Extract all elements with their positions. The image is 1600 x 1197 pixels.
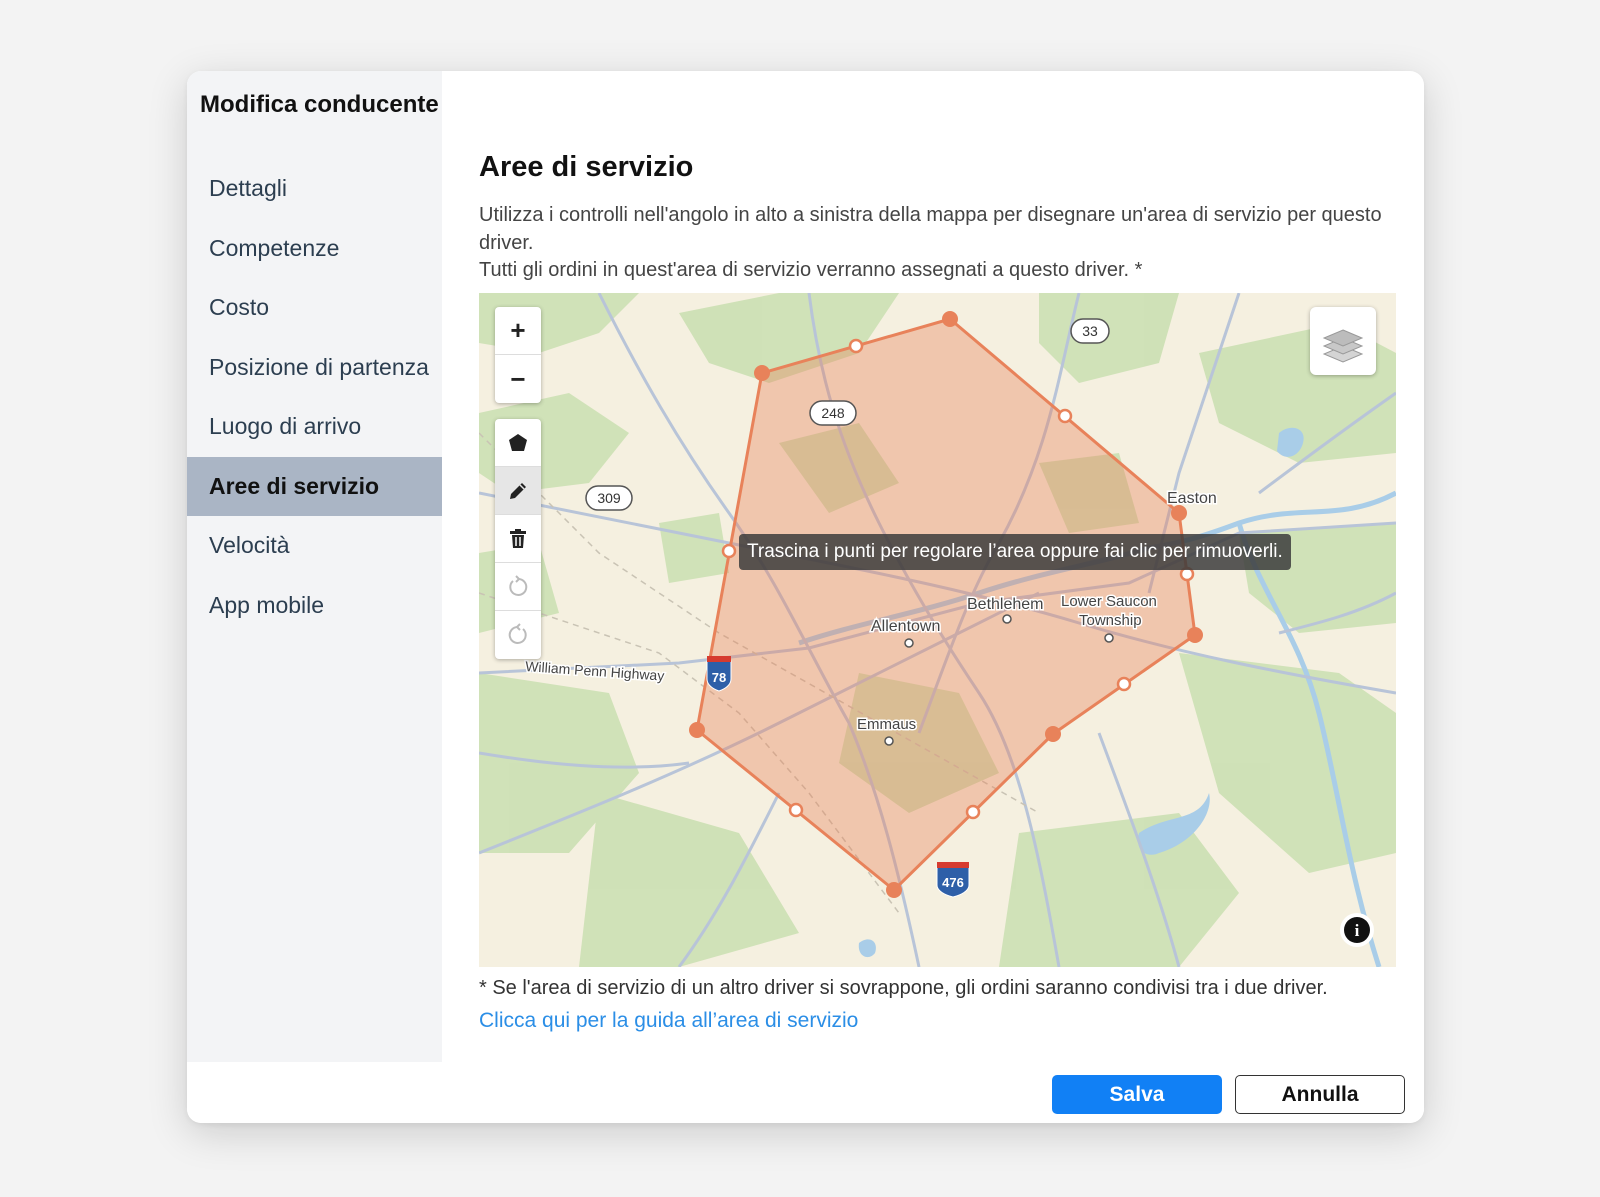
zoom-in-button[interactable]: + xyxy=(495,307,541,355)
cancel-button[interactable]: Annulla xyxy=(1235,1075,1405,1114)
edit-polygon-button[interactable] xyxy=(495,467,541,515)
zoom-controls: + − xyxy=(495,307,541,403)
route-shield-309: 309 xyxy=(585,485,633,511)
overlap-footnote: * Se l'area di servizio di un altro driv… xyxy=(479,977,1328,999)
service-area-guide-link[interactable]: Clicca qui per la guida all’area di serv… xyxy=(479,1009,858,1033)
route-shield-33: 33 xyxy=(1070,318,1110,344)
label-william-penn-highway: William Penn Highway xyxy=(525,658,665,684)
sidebar-item-posizione-partenza[interactable]: Posizione di partenza xyxy=(187,338,442,398)
label-emmaus: Emmaus xyxy=(857,716,916,733)
sidebar-item-aree-servizio[interactable]: Aree di servizio xyxy=(187,456,442,516)
sidebar-item-competenze[interactable]: Competenze xyxy=(187,219,442,279)
dialog-title: Modifica conducente xyxy=(200,91,439,118)
trash-icon xyxy=(510,528,526,548)
description-line-2: Tutti gli ordini in quest'area di serviz… xyxy=(479,259,1143,281)
dialog-footer: Salva Annulla xyxy=(187,1062,1424,1123)
polygon-icon xyxy=(509,433,527,451)
section-description: Utilizza i controlli nell'angolo in alto… xyxy=(479,202,1399,285)
svg-text:78: 78 xyxy=(712,670,726,685)
sidebar-item-luogo-arrivo[interactable]: Luogo di arrivo xyxy=(187,397,442,457)
pencil-icon xyxy=(510,482,526,499)
delete-polygon-button[interactable] xyxy=(495,515,541,563)
drawing-toolbar xyxy=(495,419,541,659)
description-line-1: Utilizza i controlli nell'angolo in alto… xyxy=(479,204,1382,254)
svg-text:33: 33 xyxy=(1082,323,1098,339)
undo-button[interactable] xyxy=(495,563,541,611)
edit-driver-dialog: Modifica conducente Dettagli Competenze … xyxy=(187,71,1424,1123)
layers-icon xyxy=(1322,329,1364,363)
sidebar-item-app-mobile[interactable]: App mobile xyxy=(187,576,442,636)
route-shield-248: 248 xyxy=(809,400,857,426)
info-icon: i xyxy=(1344,917,1370,943)
interstate-shield-78: 78 xyxy=(706,656,732,692)
redo-icon xyxy=(508,623,527,644)
map-base-layer: Allentown Bethlehem Easton Lower Saucon … xyxy=(479,293,1396,967)
map-info-button[interactable]: i xyxy=(1340,913,1374,947)
map-edit-tooltip: Trascina i punti per regolare l’area opp… xyxy=(739,534,1291,570)
label-bethlehem: Bethlehem xyxy=(967,596,1044,613)
label-easton: Easton xyxy=(1167,490,1217,507)
svg-text:476: 476 xyxy=(942,875,964,890)
redo-button[interactable] xyxy=(495,611,541,659)
save-button[interactable]: Salva xyxy=(1052,1075,1222,1114)
undo-icon xyxy=(509,574,528,596)
sidebar: Modifica conducente Dettagli Competenze … xyxy=(187,71,442,1062)
svg-text:248: 248 xyxy=(821,405,845,421)
sidebar-item-velocita[interactable]: Velocità xyxy=(187,516,442,576)
interstate-shield-476: 476 xyxy=(936,862,970,898)
svg-text:309: 309 xyxy=(597,490,621,506)
service-area-map[interactable]: Allentown Bethlehem Easton Lower Saucon … xyxy=(479,293,1396,967)
draw-polygon-button[interactable] xyxy=(495,419,541,467)
label-lower-saucon: Lower Saucon xyxy=(1061,593,1157,610)
label-allentown: Allentown xyxy=(871,618,940,635)
map-layers-button[interactable] xyxy=(1310,307,1376,375)
svg-text:i: i xyxy=(1355,921,1360,940)
zoom-out-button[interactable]: − xyxy=(495,355,541,403)
sidebar-nav: Dettagli Competenze Costo Posizione di p… xyxy=(187,159,442,635)
sidebar-item-dettagli[interactable]: Dettagli xyxy=(187,159,442,219)
label-township: Township xyxy=(1079,612,1142,629)
section-title: Aree di servizio xyxy=(479,151,694,183)
sidebar-item-costo[interactable]: Costo xyxy=(187,278,442,338)
